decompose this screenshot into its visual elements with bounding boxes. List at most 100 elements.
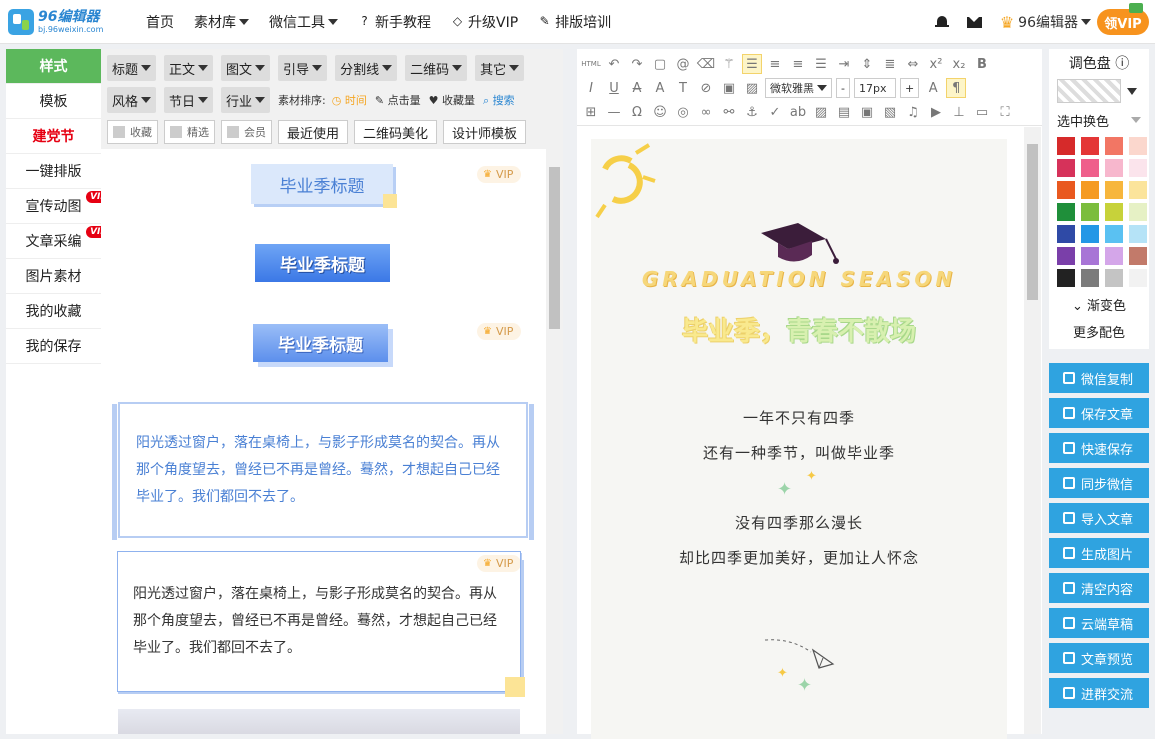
font-color-icon[interactable]: A xyxy=(650,78,670,98)
quick-save-button[interactable]: 快速保存 xyxy=(1049,433,1149,463)
color-swatch[interactable] xyxy=(1129,203,1147,221)
sort-clicks[interactable]: ✎ 点击量 xyxy=(375,92,421,108)
color-swatch[interactable] xyxy=(1057,181,1075,199)
undo-icon[interactable]: ↶ xyxy=(604,54,624,74)
check-member[interactable]: 会员 xyxy=(221,120,272,144)
music-icon[interactable]: ♫ xyxy=(903,102,923,122)
color-swatch[interactable] xyxy=(1105,181,1123,199)
rtl-icon[interactable]: ¶ xyxy=(946,78,967,98)
anchor-icon[interactable]: ⚓ xyxy=(742,102,762,122)
current-color-swatch[interactable] xyxy=(1057,79,1121,103)
color-swatch[interactable] xyxy=(1129,269,1147,287)
redo-icon[interactable]: ↷ xyxy=(627,54,647,74)
filter-image-text[interactable]: 图文 xyxy=(221,55,271,81)
article-document[interactable]: GRADUATION SEASON 毕业季，青春不散场 一年不只有四季 还有一种… xyxy=(591,139,1007,739)
more-colors-link[interactable]: 更多配色 xyxy=(1057,322,1141,341)
color-swatch[interactable] xyxy=(1057,247,1075,265)
article-preview-button[interactable]: 文章预览 xyxy=(1049,643,1149,673)
new-doc-icon[interactable]: ▢ xyxy=(650,54,670,74)
replace-selected-color[interactable]: 选中换色 xyxy=(1057,111,1141,130)
strikethrough-icon[interactable]: A xyxy=(627,78,647,98)
color-swatch[interactable] xyxy=(1081,203,1099,221)
leftnav-template[interactable]: 模板 xyxy=(6,84,101,119)
color-swatch[interactable] xyxy=(1081,247,1099,265)
check-featured[interactable]: 精选 xyxy=(164,120,215,144)
qrcode-beautify-button[interactable]: 二维码美化 xyxy=(354,120,438,144)
color-swatch[interactable] xyxy=(1081,137,1099,155)
leftnav-article-collect[interactable]: 文章采编 VIP xyxy=(6,224,111,259)
filter-divider[interactable]: 分割线 xyxy=(335,55,398,81)
recent-used-button[interactable]: 最近使用 xyxy=(278,120,349,144)
magic-wand-icon[interactable]: ⚚ xyxy=(719,54,739,74)
caret-down-icon[interactable] xyxy=(1127,87,1137,95)
color-swatch[interactable] xyxy=(1129,225,1147,243)
superscript-icon[interactable]: x² xyxy=(926,54,946,74)
color-swatch[interactable] xyxy=(1129,137,1147,155)
current-color-picker[interactable] xyxy=(1057,77,1141,105)
logo[interactable]: 96编辑器 bj.96weixin.com xyxy=(8,8,128,35)
paragraph-spacing-icon[interactable]: ≣ xyxy=(880,54,900,74)
eraser-icon[interactable]: ⌫ xyxy=(696,54,716,74)
bold-icon[interactable]: B xyxy=(972,54,992,74)
nav-wechat-tools[interactable]: 微信工具 xyxy=(269,12,338,32)
align-center-icon[interactable]: ≡ xyxy=(765,54,785,74)
frame-icon[interactable]: ▣ xyxy=(857,102,877,122)
color-swatch[interactable] xyxy=(1105,269,1123,287)
editor-scrollbar[interactable] xyxy=(1024,127,1041,734)
at-icon[interactable]: @ xyxy=(673,54,693,74)
scroll-thumb[interactable] xyxy=(1027,144,1038,300)
color-swatch[interactable] xyxy=(1105,159,1123,177)
sort-time[interactable]: ◷ 时间 xyxy=(332,92,367,108)
color-swatch[interactable] xyxy=(1057,137,1075,155)
editor-canvas[interactable]: GRADUATION SEASON 毕业季，青春不散场 一年不只有四季 还有一种… xyxy=(577,127,1042,739)
material-title-style-3[interactable]: 毕业季标题 xyxy=(253,324,388,362)
scroll-thumb[interactable] xyxy=(549,167,560,329)
background-color-icon[interactable]: ▣ xyxy=(719,78,739,98)
filter-guide[interactable]: 引导 xyxy=(278,55,328,81)
align-tool-icon[interactable]: ⊥ xyxy=(949,102,969,122)
sort-favorites[interactable]: ♥ 收藏量 xyxy=(429,92,475,108)
gradient-color-link[interactable]: ⌄ 渐变色 xyxy=(1057,295,1141,314)
insert-image-icon[interactable]: ▨ xyxy=(811,102,831,122)
bell-icon[interactable] xyxy=(934,15,949,29)
color-swatch[interactable] xyxy=(1081,159,1099,177)
material-scrollbar[interactable] xyxy=(546,149,563,734)
import-article-button[interactable]: 导入文章 xyxy=(1049,503,1149,533)
filter-industry[interactable]: 行业 xyxy=(221,87,271,113)
gallery-icon[interactable]: ▤ xyxy=(834,102,854,122)
user-menu[interactable]: 96编辑器 xyxy=(1018,12,1091,32)
nav-training[interactable]: ✎ 排版培训 xyxy=(538,12,612,32)
link-icon[interactable]: ∞ xyxy=(696,102,716,122)
text-style-icon[interactable]: A xyxy=(923,78,943,98)
nav-upgrade-vip[interactable]: ◇ 升级VIP xyxy=(451,12,518,32)
filter-body[interactable]: 正文 xyxy=(164,55,214,81)
mail-icon[interactable] xyxy=(966,16,982,28)
designer-template-button[interactable]: 设计师模板 xyxy=(443,120,527,144)
line-height-icon[interactable]: ⇕ xyxy=(857,54,877,74)
save-article-button[interactable]: 保存文章 xyxy=(1049,398,1149,428)
filter-qrcode[interactable]: 二维码 xyxy=(405,55,468,81)
color-swatch[interactable] xyxy=(1057,269,1075,287)
color-swatch[interactable] xyxy=(1129,247,1147,265)
letter-spacing-icon[interactable]: ⇔ xyxy=(903,54,923,74)
picture-icon[interactable]: ▧ xyxy=(880,102,900,122)
color-swatch[interactable] xyxy=(1129,181,1147,199)
font-size-plus[interactable]: + xyxy=(899,78,920,98)
italic-icon[interactable]: I xyxy=(581,78,601,98)
leftnav-saved[interactable]: 我的保存 xyxy=(6,329,101,364)
wechat-copy-button[interactable]: 微信复制 xyxy=(1049,363,1149,393)
special-char-icon[interactable]: Ω xyxy=(627,102,647,122)
clear-format-icon[interactable]: ⊘ xyxy=(696,78,716,98)
abc-icon[interactable]: ab xyxy=(788,102,808,122)
nav-tutorial[interactable]: ? 新手教程 xyxy=(358,12,431,32)
template-icon[interactable]: ▭ xyxy=(972,102,992,122)
html-source-icon[interactable]: HTML xyxy=(581,54,601,74)
font-family-select[interactable]: 微软雅黑 xyxy=(765,78,832,98)
color-swatch[interactable] xyxy=(1105,247,1123,265)
horizontal-rule-icon[interactable]: — xyxy=(604,102,624,122)
color-swatch[interactable] xyxy=(1129,159,1147,177)
indent-icon[interactable]: ⇥ xyxy=(834,54,854,74)
material-photo-thumbnail[interactable] xyxy=(118,709,520,734)
color-swatch[interactable] xyxy=(1057,225,1075,243)
leftnav-images[interactable]: 图片素材 xyxy=(6,259,101,294)
